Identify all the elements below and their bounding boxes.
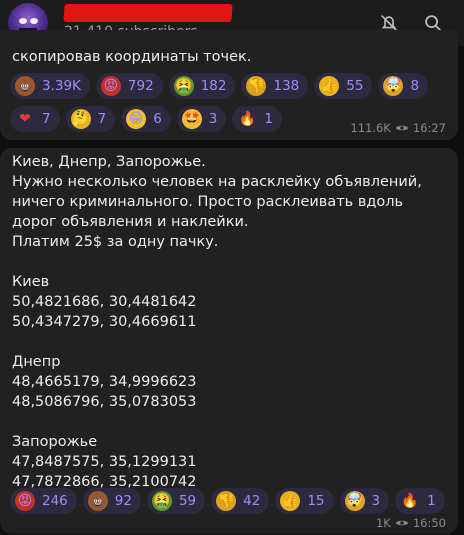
reaction-button[interactable]: 👍 15 bbox=[275, 488, 334, 514]
thumbs-up-icon: 👍 bbox=[319, 76, 340, 96]
reaction-count: 8 bbox=[410, 78, 420, 94]
message-time: 16:27 bbox=[412, 121, 446, 135]
reactions-row: ❤ 7 🤔 7 😁 6 🤩 3 🔥 1 bbox=[10, 106, 282, 132]
reaction-count: 138 bbox=[273, 78, 300, 94]
reaction-button[interactable]: 👍 55 bbox=[314, 73, 373, 99]
message-text: скопировав координаты точек. bbox=[12, 49, 252, 65]
thinking-face-icon: 🤔 bbox=[70, 109, 91, 129]
view-count: 111.6K bbox=[350, 121, 391, 135]
angry-face-icon: 😡 bbox=[100, 76, 121, 96]
grinning-face-icon: 😁 bbox=[126, 109, 147, 129]
reaction-count: 42 bbox=[243, 493, 261, 509]
vomit-face-icon: 🤮 bbox=[173, 76, 194, 96]
reaction-button[interactable]: 💩 92 bbox=[82, 488, 141, 514]
reaction-count: 7 bbox=[97, 111, 107, 127]
views-eye-icon bbox=[395, 125, 408, 131]
reaction-button[interactable]: 😡 246 bbox=[10, 488, 77, 514]
reaction-count: 1 bbox=[427, 493, 436, 509]
channel-title-redaction bbox=[63, 4, 233, 22]
reaction-button[interactable]: 🤩 3 bbox=[176, 106, 227, 132]
message-time: 16:50 bbox=[412, 516, 446, 530]
message-text: Киев, Днепр, Запорожье. Нужно несколько … bbox=[12, 154, 422, 490]
views-eye-icon bbox=[395, 520, 408, 526]
reaction-button[interactable]: 🔥 1 bbox=[232, 106, 282, 132]
reaction-count: 1 bbox=[264, 111, 273, 127]
reaction-count: 59 bbox=[178, 493, 197, 509]
reaction-button[interactable]: 😡 792 bbox=[95, 73, 163, 99]
message-meta: 111.6K 16:27 bbox=[350, 121, 446, 135]
star-struck-icon: 🤩 bbox=[181, 109, 202, 129]
poop-icon: 💩 bbox=[87, 491, 108, 511]
view-count: 1K bbox=[375, 516, 391, 530]
reaction-count: 7 bbox=[42, 111, 51, 127]
reaction-button[interactable]: 🔥 1 bbox=[395, 488, 445, 514]
reaction-button[interactable]: ❤ 7 bbox=[10, 106, 60, 132]
reaction-button[interactable]: 🤯 3 bbox=[339, 488, 390, 514]
reaction-count: 246 bbox=[42, 493, 68, 509]
thumbs-down-icon: 👎 bbox=[246, 76, 267, 96]
exploding-head-icon: 🤯 bbox=[383, 76, 404, 96]
poop-icon: 💩 bbox=[15, 76, 35, 96]
reactions-row: 💩 3.39K 😡 792 🤮 182 👎 138 👍 55 🤯 8 bbox=[10, 73, 429, 99]
reaction-button[interactable]: 🤯 8 bbox=[378, 73, 429, 99]
reaction-count: 792 bbox=[127, 78, 154, 94]
angry-face-icon: 😡 bbox=[15, 491, 35, 511]
reaction-count: 3 bbox=[371, 493, 381, 509]
thumbs-up-icon: 👍 bbox=[280, 491, 301, 511]
message-bubble[interactable]: Киев, Днепр, Запорожье. Нужно несколько … bbox=[0, 148, 458, 534]
reaction-count: 6 bbox=[153, 111, 162, 127]
message-bubble[interactable]: скопировав координаты точек. 💩 3.39K 😡 792 🤮… bbox=[0, 30, 458, 140]
reaction-count: 92 bbox=[114, 493, 132, 509]
reaction-button[interactable]: 💩 3.39K bbox=[10, 73, 90, 99]
reaction-button[interactable]: 😁 6 bbox=[121, 106, 171, 132]
reaction-button[interactable]: 🤮 59 bbox=[146, 488, 206, 514]
thumbs-down-icon: 👎 bbox=[216, 491, 237, 511]
reaction-button[interactable]: 👎 42 bbox=[211, 488, 270, 514]
reaction-button[interactable]: 👎 138 bbox=[241, 73, 309, 99]
reaction-count: 182 bbox=[200, 78, 227, 94]
fire-icon: 🔥 bbox=[238, 111, 257, 127]
vomit-face-icon: 🤮 bbox=[151, 491, 172, 511]
heart-icon: ❤ bbox=[19, 111, 31, 127]
reaction-count: 3.39K bbox=[42, 78, 81, 94]
reaction-count: 55 bbox=[346, 78, 364, 94]
fire-icon: 🔥 bbox=[401, 493, 419, 509]
reaction-button[interactable]: 🤮 182 bbox=[168, 73, 236, 99]
reactions-row: 😡 246 💩 92 🤮 59 👎 42 👍 15 🤯 3 🔥 1 bbox=[10, 488, 445, 514]
reaction-count: 15 bbox=[307, 493, 325, 509]
exploding-head-icon: 🤯 bbox=[344, 491, 365, 511]
reaction-button[interactable]: 🤔 7 bbox=[65, 106, 116, 132]
reaction-count: 3 bbox=[208, 111, 218, 127]
message-meta: 1K 16:50 bbox=[376, 516, 446, 530]
